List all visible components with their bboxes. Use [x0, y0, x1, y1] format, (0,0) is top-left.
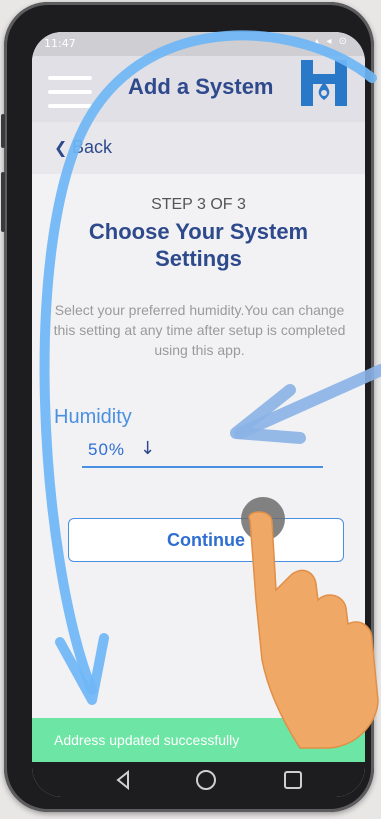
nav-home-icon[interactable] — [196, 770, 216, 790]
status-time: 11:47 — [44, 37, 76, 50]
back-link[interactable]: ❮ Back — [32, 122, 365, 175]
humidity-value: 50% — [88, 440, 126, 459]
status-icons: ▴ ◂ ⊙ — [314, 36, 349, 47]
step-indicator: STEP 3 OF 3 — [151, 196, 246, 213]
heading-line-1: Choose Your System — [88, 219, 309, 244]
page-title: Add a System — [128, 74, 274, 99]
phone-button — [1, 172, 5, 232]
chevron-left-icon: ❮ — [54, 138, 68, 157]
toast-message: Address updated successfully — [54, 732, 240, 748]
heading-line-2: Settings — [155, 246, 242, 271]
settings-heading: Choose Your System Settings — [32, 218, 365, 272]
back-label: Back — [72, 137, 113, 157]
screen: 11:47 ▴ ◂ ⊙ Add a System ❮ Back STEP 3 O… — [32, 32, 365, 797]
nav-recents-icon[interactable] — [284, 771, 302, 789]
settings-content: STEP 3 OF 3 Choose Your System Settings … — [32, 174, 365, 734]
toast-notification: Address updated successfully — [32, 718, 365, 762]
humidity-label: Humidity — [54, 406, 132, 428]
app-bar: Add a System — [32, 56, 365, 122]
phone-button — [1, 114, 5, 148]
menu-icon[interactable] — [48, 76, 92, 108]
arrow-down-icon: ↓ — [140, 438, 156, 459]
humidity-select[interactable]: 50% ↓ — [82, 436, 323, 468]
continue-button[interactable]: Continue — [68, 518, 344, 562]
status-bar: 11:47 ▴ ◂ ⊙ — [32, 32, 365, 56]
android-nav-bar — [32, 762, 365, 797]
phone-frame: 11:47 ▴ ◂ ⊙ Add a System ❮ Back STEP 3 O… — [1, 2, 374, 812]
nav-back-icon[interactable] — [116, 769, 129, 791]
instructions-text: Select your preferred humidity.You can c… — [53, 302, 346, 358]
h-droplet-logo-icon — [301, 60, 347, 106]
